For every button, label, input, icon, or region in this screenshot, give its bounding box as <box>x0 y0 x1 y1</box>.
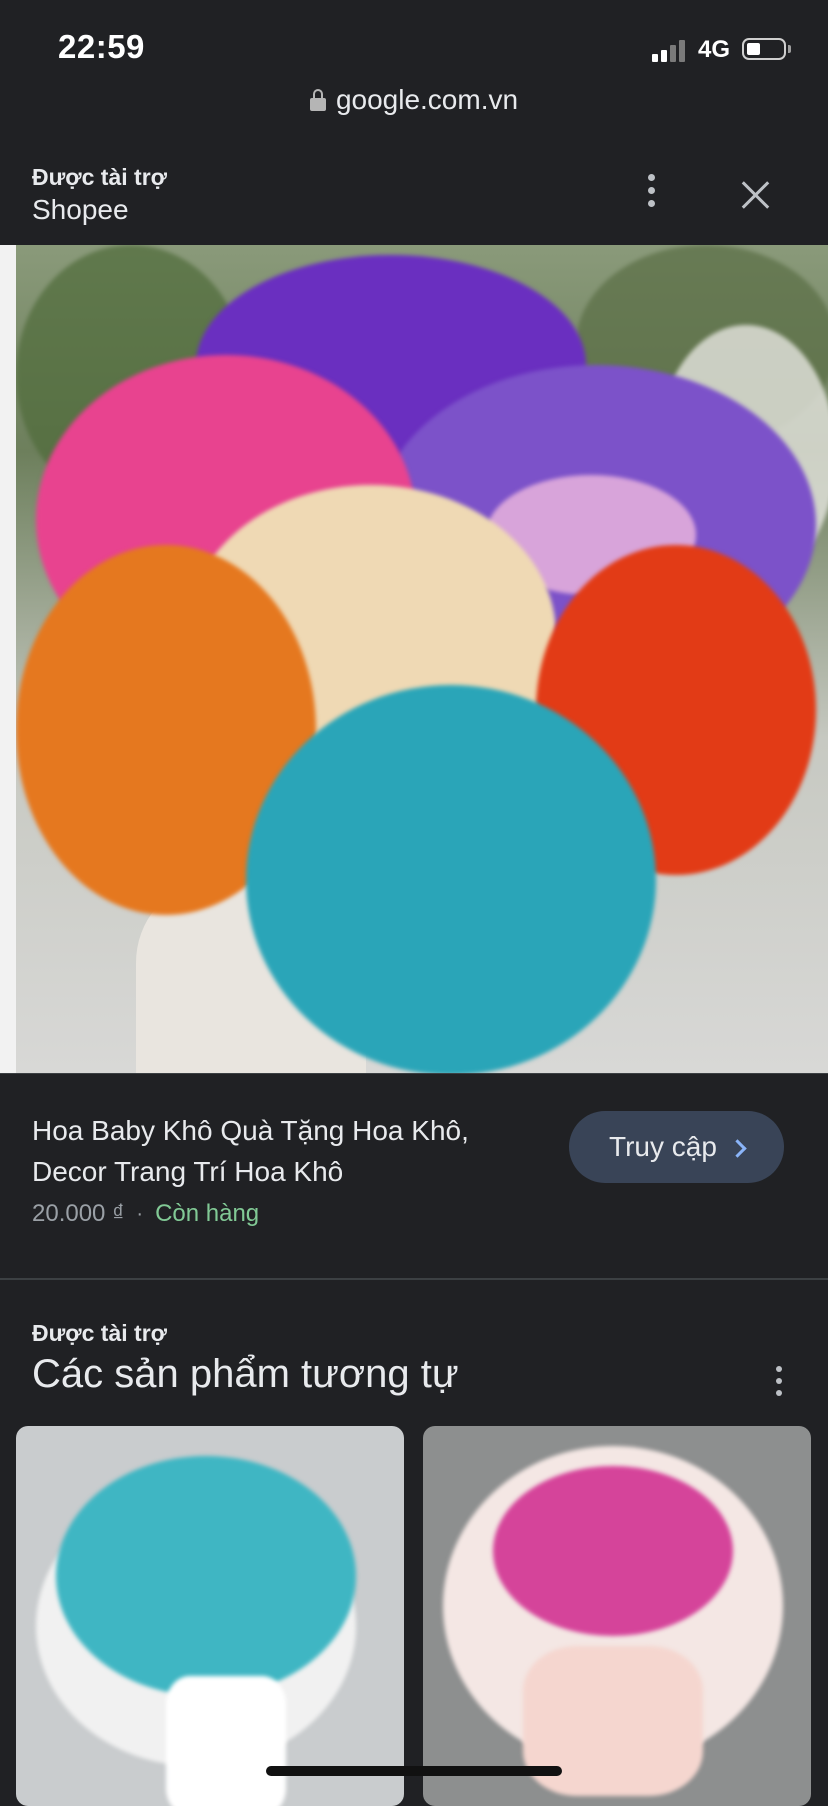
product-title[interactable]: Hoa Baby Khô Quà Tặng Hoa Khô, Decor Tra… <box>32 1110 532 1192</box>
status-bar: 22:59 4G <box>0 0 828 90</box>
visit-button[interactable]: Truy cập <box>569 1111 784 1183</box>
product-info: Hoa Baby Khô Quà Tặng Hoa Khô, Decor Tra… <box>0 1073 828 1279</box>
more-vert-icon[interactable] <box>640 172 664 212</box>
lock-icon <box>309 89 326 111</box>
bouquet-photo <box>16 245 828 1073</box>
signal-icon <box>652 38 688 62</box>
merchant-name[interactable]: Shopee <box>32 194 129 226</box>
product-image[interactable] <box>0 245 828 1073</box>
separator-dot: · <box>136 1202 144 1225</box>
sponsor-header: Được tài trợ Shopee <box>0 150 828 245</box>
visit-button-label: Truy cập <box>609 1131 717 1162</box>
similar-sponsored-label: Được tài trợ <box>32 1320 167 1346</box>
similar-products-section: Được tài trợ Các sản phẩm tương tự <box>0 1278 828 1806</box>
status-time: 22:59 <box>58 28 145 65</box>
product-price: 20.000 ₫ <box>32 1200 125 1227</box>
sponsored-label: Được tài trợ <box>32 164 167 190</box>
url-text: google.com.vn <box>335 84 519 115</box>
price-row: 20.000 ₫ · Còn hàng <box>32 1200 259 1228</box>
more-vert-icon[interactable] <box>768 1364 792 1400</box>
network-label: 4G <box>698 36 731 63</box>
similar-product-card[interactable] <box>16 1426 404 1806</box>
battery-tip <box>788 45 791 53</box>
url-bar[interactable]: google.com.vn <box>0 84 828 128</box>
battery-icon <box>742 38 786 60</box>
stock-status: Còn hàng <box>155 1200 260 1227</box>
similar-product-card[interactable] <box>423 1426 811 1806</box>
home-indicator[interactable] <box>266 1766 562 1776</box>
chevron-right-icon <box>728 1138 747 1158</box>
close-icon[interactable] <box>740 180 770 210</box>
similar-products-title: Các sản phẩm tương tự <box>32 1352 459 1396</box>
